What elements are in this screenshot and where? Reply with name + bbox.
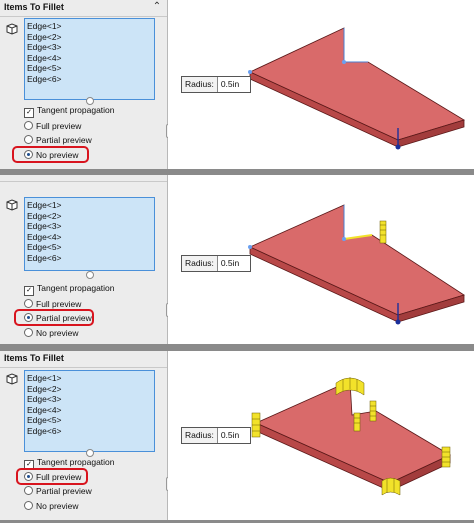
radius-label: Radius: <box>182 77 218 92</box>
highlight-callout <box>12 146 89 163</box>
graphics-area[interactable]: Radius: 0.5in <box>168 175 474 344</box>
option-label: No preview <box>36 328 79 338</box>
radio-icon[interactable] <box>24 486 33 495</box>
items-to-fillet-header[interactable]: Items To Fillet ⌃ <box>0 0 167 17</box>
items-to-fillet-header[interactable] <box>0 175 167 182</box>
graphics-area[interactable]: Radius: 0.5in <box>168 351 474 520</box>
list-item[interactable]: Edge<4> <box>25 53 154 64</box>
property-manager: Edge<1> Edge<2> Edge<3> Edge<4> Edge<5> … <box>0 175 168 344</box>
property-manager: Items To Fillet ⌃ Edge<1> Edge<2> Edge<3… <box>0 0 168 169</box>
fillet-panel-partial-preview: Edge<1> Edge<2> Edge<3> Edge<4> Edge<5> … <box>0 175 474 344</box>
radio-icon[interactable] <box>24 501 33 510</box>
option-label: Tangent propagation <box>37 283 115 293</box>
partial-preview-radio[interactable]: Partial preview <box>24 485 92 497</box>
items-to-fillet-header[interactable]: Items To Fillet <box>0 351 167 368</box>
tangent-propagation-checkbox[interactable]: ✓ Tangent propagation <box>24 456 115 470</box>
no-preview-radio[interactable]: No preview <box>24 500 79 512</box>
edges-list[interactable]: Edge<1> Edge<2> Edge<3> Edge<4> Edge<5> … <box>24 18 155 100</box>
highlight-callout <box>16 468 88 485</box>
option-label: Full preview <box>36 299 82 309</box>
radius-input[interactable]: 0.5in <box>218 428 250 443</box>
list-item[interactable]: Edge<4> <box>25 405 154 416</box>
radio-icon[interactable] <box>24 135 33 144</box>
list-resize-handle[interactable] <box>86 271 94 279</box>
list-item[interactable]: Edge<6> <box>25 74 154 85</box>
highlight-callout <box>14 309 94 326</box>
option-label: Partial preview <box>36 486 92 496</box>
radius-callout[interactable]: Radius: 0.5in <box>181 427 251 444</box>
partial-preview-radio[interactable]: Partial preview <box>24 134 92 146</box>
edge-select-icon <box>6 199 18 211</box>
list-item[interactable]: Edge<6> <box>25 253 154 264</box>
checkmark-icon[interactable]: ✓ <box>24 108 34 118</box>
radius-input[interactable]: 0.5in <box>218 256 250 271</box>
option-label: Partial preview <box>36 135 92 145</box>
list-item[interactable]: Edge<5> <box>25 242 154 253</box>
radius-label: Radius: <box>182 428 218 443</box>
fillet-panel-full-preview: Items To Fillet Edge<1> Edge<2> Edge<3> … <box>0 351 474 520</box>
no-preview-radio[interactable]: No preview <box>24 327 79 339</box>
radius-callout[interactable]: Radius: 0.5in <box>181 255 251 272</box>
checkmark-icon[interactable]: ✓ <box>24 286 34 296</box>
list-item[interactable]: Edge<5> <box>25 63 154 74</box>
list-item[interactable]: Edge<3> <box>25 394 154 405</box>
list-item[interactable]: Edge<3> <box>25 221 154 232</box>
graphics-area[interactable]: Radius: 0.5in <box>168 0 474 169</box>
edges-list[interactable]: Edge<1> Edge<2> Edge<3> Edge<4> Edge<5> … <box>24 370 155 452</box>
section-title: Items To Fillet <box>4 353 64 363</box>
radio-icon[interactable] <box>24 328 33 337</box>
fillet-panel-no-preview: Items To Fillet ⌃ Edge<1> Edge<2> Edge<3… <box>0 0 474 169</box>
list-item[interactable]: Edge<2> <box>25 384 154 395</box>
tangent-propagation-checkbox[interactable]: ✓ Tangent propagation <box>24 104 115 118</box>
radio-icon[interactable] <box>24 299 33 308</box>
property-manager: Items To Fillet Edge<1> Edge<2> Edge<3> … <box>0 351 168 520</box>
edge-select-icon <box>6 373 18 385</box>
chevron-up-icon[interactable]: ⌃ <box>151 1 163 13</box>
list-item[interactable]: Edge<6> <box>25 426 154 437</box>
option-label: Full preview <box>36 121 82 131</box>
radius-input[interactable]: 0.5in <box>218 77 250 92</box>
section-title: Items To Fillet <box>4 2 64 12</box>
option-label: Tangent propagation <box>37 457 115 467</box>
list-item[interactable]: Edge<3> <box>25 42 154 53</box>
full-preview-radio[interactable]: Full preview <box>24 120 81 132</box>
list-item[interactable]: Edge<2> <box>25 32 154 43</box>
tangent-propagation-checkbox[interactable]: ✓ Tangent propagation <box>24 282 115 296</box>
list-item[interactable]: Edge<1> <box>25 200 154 211</box>
radius-label: Radius: <box>182 256 218 271</box>
option-label: Tangent propagation <box>37 105 115 115</box>
edge-select-icon <box>6 23 18 35</box>
list-item[interactable]: Edge<5> <box>25 415 154 426</box>
list-item[interactable]: Edge<1> <box>25 373 154 384</box>
list-item[interactable]: Edge<4> <box>25 232 154 243</box>
option-label: No preview <box>36 501 79 511</box>
radio-icon[interactable] <box>24 121 33 130</box>
radius-callout[interactable]: Radius: 0.5in <box>181 76 251 93</box>
edges-list[interactable]: Edge<1> Edge<2> Edge<3> Edge<4> Edge<5> … <box>24 197 155 271</box>
list-item[interactable]: Edge<1> <box>25 21 154 32</box>
list-item[interactable]: Edge<2> <box>25 211 154 222</box>
